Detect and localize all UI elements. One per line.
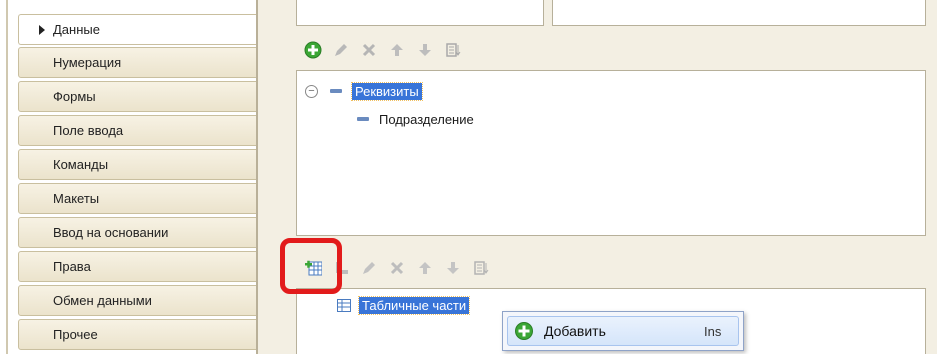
add-circle-icon — [304, 41, 322, 59]
context-menu: Добавить Ins — [502, 311, 744, 351]
tree-row-subdivision[interactable]: Подразделение — [357, 109, 474, 129]
nav-item-label: Макеты — [53, 191, 100, 206]
highlight-annotation — [280, 238, 342, 294]
tree-row-attributes[interactable]: − Реквизиты — [305, 81, 423, 101]
nav-item-forms[interactable]: Формы — [18, 81, 258, 112]
nav-item-commands[interactable]: Команды — [18, 149, 258, 180]
add-button[interactable] — [304, 41, 322, 59]
delete-button[interactable] — [360, 41, 378, 59]
arrow-up-icon — [419, 262, 431, 274]
nav-item-numbering[interactable]: Нумерация — [18, 47, 258, 78]
attribute-icon — [330, 89, 342, 93]
collapse-icon[interactable]: − — [305, 84, 318, 98]
move-down-button[interactable] — [444, 259, 462, 277]
data-content-area: − Реквизиты Подразделение Табличные част… — [258, 0, 937, 354]
delete-button[interactable] — [388, 259, 406, 277]
nav-item-label: Ввод на основании — [53, 225, 169, 240]
tree-label-tabular-parts[interactable]: Табличные части — [357, 295, 471, 315]
tree-label-attributes[interactable]: Реквизиты — [351, 81, 423, 101]
top-field-left[interactable] — [296, 0, 544, 26]
context-menu-add[interactable]: Добавить Ins — [507, 316, 739, 346]
nav-item-other[interactable]: Прочее — [18, 319, 258, 350]
nav-item-label: Обмен данными — [53, 293, 152, 308]
move-up-button[interactable] — [388, 41, 406, 59]
list-sort-icon — [446, 43, 461, 57]
tree-label-subdivision: Подразделение — [379, 111, 474, 127]
attributes-tree[interactable]: − Реквизиты Подразделение — [296, 70, 926, 236]
attribute-icon — [357, 117, 369, 121]
nav-item-label: Права — [53, 259, 91, 274]
nav-item-templates[interactable]: Макеты — [18, 183, 258, 214]
nav-item-label: Формы — [53, 89, 96, 104]
nav-item-data[interactable]: Данные — [18, 14, 258, 45]
nav-item-label: Данные — [53, 22, 100, 37]
nav-item-label: Поле ввода — [53, 123, 124, 138]
table-icon — [337, 298, 351, 312]
attributes-toolbar — [304, 36, 462, 64]
sort-list-button[interactable] — [472, 259, 490, 277]
sort-list-button[interactable] — [444, 41, 462, 59]
pencil-icon — [335, 44, 347, 56]
edit-button[interactable] — [332, 41, 350, 59]
left-edge-border — [6, 0, 8, 354]
add-circle-icon — [515, 322, 533, 340]
context-menu-add-shortcut: Ins — [704, 323, 722, 339]
arrow-up-icon — [391, 44, 403, 56]
nav-item-rights[interactable]: Права — [18, 251, 258, 282]
edit-button[interactable] — [360, 259, 378, 277]
nav-item-label: Команды — [53, 157, 109, 172]
move-up-button[interactable] — [416, 259, 434, 277]
object-sections-nav: Данные Нумерация Формы Поле ввода Команд… — [18, 14, 258, 354]
arrow-down-icon — [447, 262, 459, 274]
nav-item-data-exchange[interactable]: Обмен данными — [18, 285, 258, 316]
list-sort-icon — [474, 261, 489, 275]
move-down-button[interactable] — [416, 41, 434, 59]
arrow-down-icon — [419, 44, 431, 56]
delete-x-icon — [362, 43, 376, 57]
nav-item-input-field[interactable]: Поле ввода — [18, 115, 258, 146]
pencil-icon — [363, 262, 375, 274]
triangle-right-icon — [39, 24, 45, 35]
nav-item-label: Прочее — [53, 327, 98, 342]
context-menu-add-label: Добавить — [544, 323, 606, 339]
tree-row-tabular-parts[interactable]: Табличные части — [337, 295, 471, 315]
nav-item-label: Нумерация — [53, 55, 122, 70]
top-field-right[interactable] — [552, 0, 926, 26]
nav-item-based-on[interactable]: Ввод на основании — [18, 217, 258, 248]
delete-x-icon — [390, 261, 404, 275]
